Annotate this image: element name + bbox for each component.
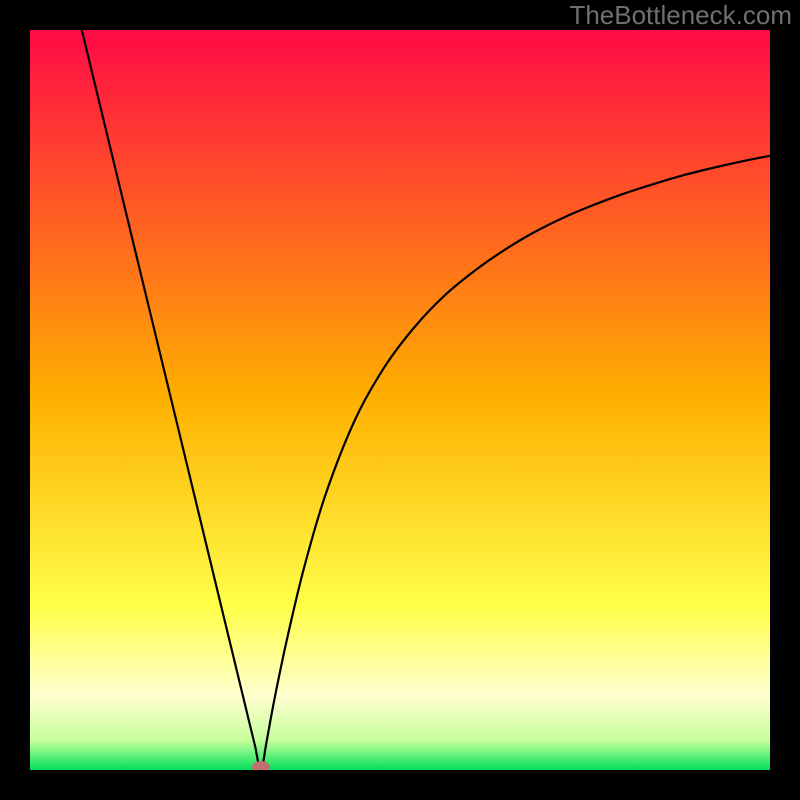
plot-area	[30, 30, 770, 770]
watermark-text: TheBottleneck.com	[569, 0, 792, 31]
chart-svg	[30, 30, 770, 770]
chart-frame: TheBottleneck.com	[0, 0, 800, 800]
